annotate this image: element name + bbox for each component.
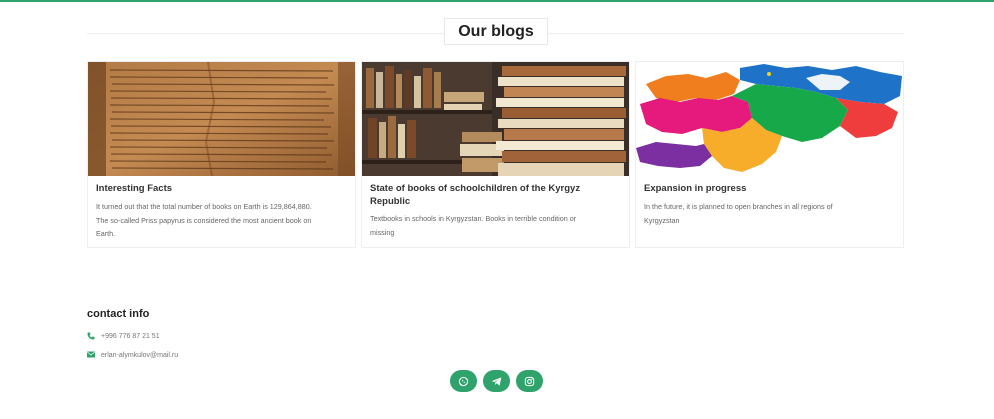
telegram-icon [491, 376, 502, 386]
card-title[interactable]: Expansion in progress [644, 183, 894, 196]
books-stack-image[interactable] [362, 62, 629, 176]
whatsapp-icon [458, 376, 469, 386]
phone-row[interactable]: +996 776 87 21 51 [87, 332, 160, 340]
blog-card-schoolbooks[interactable]: State of books of schoolchildren of the … [361, 61, 630, 248]
instagram-button[interactable] [516, 370, 543, 392]
envelope-icon [87, 351, 95, 359]
card-title[interactable]: State of books of schoolchildren of the … [370, 183, 620, 208]
contact-heading: contact info [87, 308, 150, 320]
instagram-icon [524, 376, 535, 386]
section-title: Our blogs [444, 18, 548, 45]
telegram-button[interactable] [483, 370, 510, 392]
email-address[interactable]: erlan-alymkulov@mail.ru [101, 352, 178, 359]
blog-card-interesting-facts[interactable]: Interesting Facts It turned out that the… [87, 61, 356, 248]
blog-card-expansion[interactable]: Expansion in progress In the future, it … [635, 61, 904, 248]
social-links [450, 370, 543, 392]
section-header: Our blogs [87, 18, 904, 48]
card-text: Textbooks in schools in Kyrgyzstan. Book… [370, 214, 577, 237]
top-accent-line [0, 0, 994, 2]
card-text: It turned out that the total number of b… [96, 202, 312, 238]
regions-map-image[interactable] [636, 62, 903, 176]
contact-section: contact info [87, 308, 149, 320]
card-text: In the future, it is planned to open bra… [644, 202, 833, 225]
card-title[interactable]: Interesting Facts [96, 183, 346, 196]
whatsapp-button[interactable] [450, 370, 477, 392]
phone-number[interactable]: +996 776 87 21 51 [101, 333, 160, 340]
papyrus-image[interactable] [88, 62, 355, 176]
email-row[interactable]: erlan-alymkulov@mail.ru [87, 351, 178, 359]
phone-icon [87, 332, 95, 340]
